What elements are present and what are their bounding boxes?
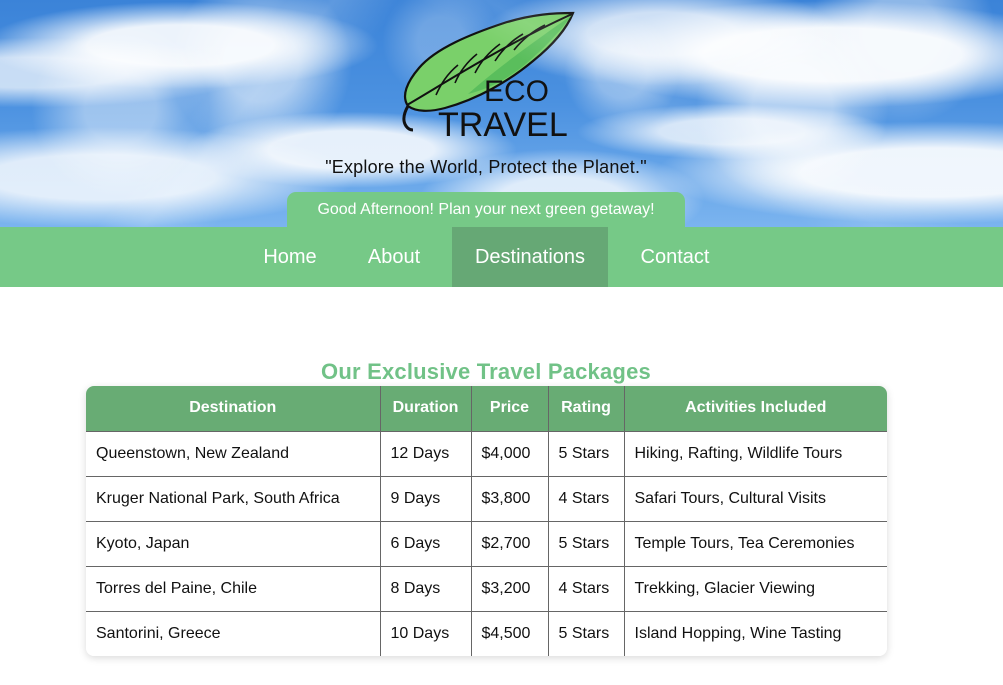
site-logo[interactable]: ECO TRAVEL (400, 10, 580, 142)
logo-travel-text: TRAVEL (438, 106, 568, 142)
table-row: Santorini, Greece 10 Days $4,500 5 Stars… (86, 611, 887, 656)
price-cell: $3,200 (471, 566, 549, 612)
main-navigation: Home About Destinations Contact (0, 227, 1003, 287)
duration-cell: 12 Days (380, 431, 472, 477)
header-price: Price (471, 386, 549, 432)
duration-cell: 9 Days (380, 476, 472, 522)
hero-banner: ECO TRAVEL "Explore the World, Protect t… (0, 0, 1003, 227)
duration-cell: 8 Days (380, 566, 472, 612)
price-cell: $3,800 (471, 476, 549, 522)
activities-cell: Safari Tours, Cultural Visits (624, 476, 887, 522)
header-activities: Activities Included (624, 386, 887, 432)
activities-cell: Trekking, Glacier Viewing (624, 566, 887, 612)
activities-cell: Hiking, Rafting, Wildlife Tours (624, 431, 887, 477)
destination-cell: Kyoto, Japan (86, 521, 381, 567)
activities-cell: Temple Tours, Tea Ceremonies (624, 521, 887, 567)
nav-about[interactable]: About (362, 227, 426, 287)
nav-destinations[interactable]: Destinations (452, 227, 608, 287)
header-duration: Duration (380, 386, 472, 432)
destination-cell: Queenstown, New Zealand (86, 431, 381, 477)
rating-cell: 5 Stars (548, 521, 625, 567)
page-title: Our Exclusive Travel Packages (321, 359, 651, 385)
destination-cell: Santorini, Greece (86, 611, 381, 656)
travel-packages-table-wrapper: Destination Duration Price Rating Activi… (86, 386, 887, 656)
duration-cell: 6 Days (380, 521, 472, 567)
leaf-icon: ECO TRAVEL (402, 11, 575, 142)
header-rating: Rating (548, 386, 625, 432)
header-destination: Destination (86, 386, 381, 432)
duration-cell: 10 Days (380, 611, 472, 656)
rating-cell: 5 Stars (548, 431, 625, 477)
greeting-banner: Good Afternoon! Plan your next green get… (287, 192, 685, 227)
logo-eco-text: ECO (484, 75, 549, 108)
tagline: "Explore the World, Protect the Planet." (325, 157, 647, 177)
main-content: Our Exclusive Travel Packages Destinatio… (0, 287, 1003, 685)
price-cell: $4,000 (471, 431, 549, 477)
travel-packages-table: Destination Duration Price Rating Activi… (86, 386, 887, 656)
nav-contact[interactable]: Contact (635, 227, 715, 287)
price-cell: $4,500 (471, 611, 549, 656)
table-row: Kyoto, Japan 6 Days $2,700 5 Stars Templ… (86, 521, 887, 567)
table-row: Kruger National Park, South Africa 9 Day… (86, 476, 887, 522)
rating-cell: 4 Stars (548, 566, 625, 612)
table-row: Torres del Paine, Chile 8 Days $3,200 4 … (86, 566, 887, 612)
destination-cell: Torres del Paine, Chile (86, 566, 381, 612)
activities-cell: Island Hopping, Wine Tasting (624, 611, 887, 656)
destination-cell: Kruger National Park, South Africa (86, 476, 381, 522)
rating-cell: 5 Stars (548, 611, 625, 656)
table-header-row: Destination Duration Price Rating Activi… (86, 386, 887, 432)
nav-home[interactable]: Home (259, 227, 321, 287)
price-cell: $2,700 (471, 521, 549, 567)
table-row: Queenstown, New Zealand 12 Days $4,000 5… (86, 431, 887, 477)
rating-cell: 4 Stars (548, 476, 625, 522)
